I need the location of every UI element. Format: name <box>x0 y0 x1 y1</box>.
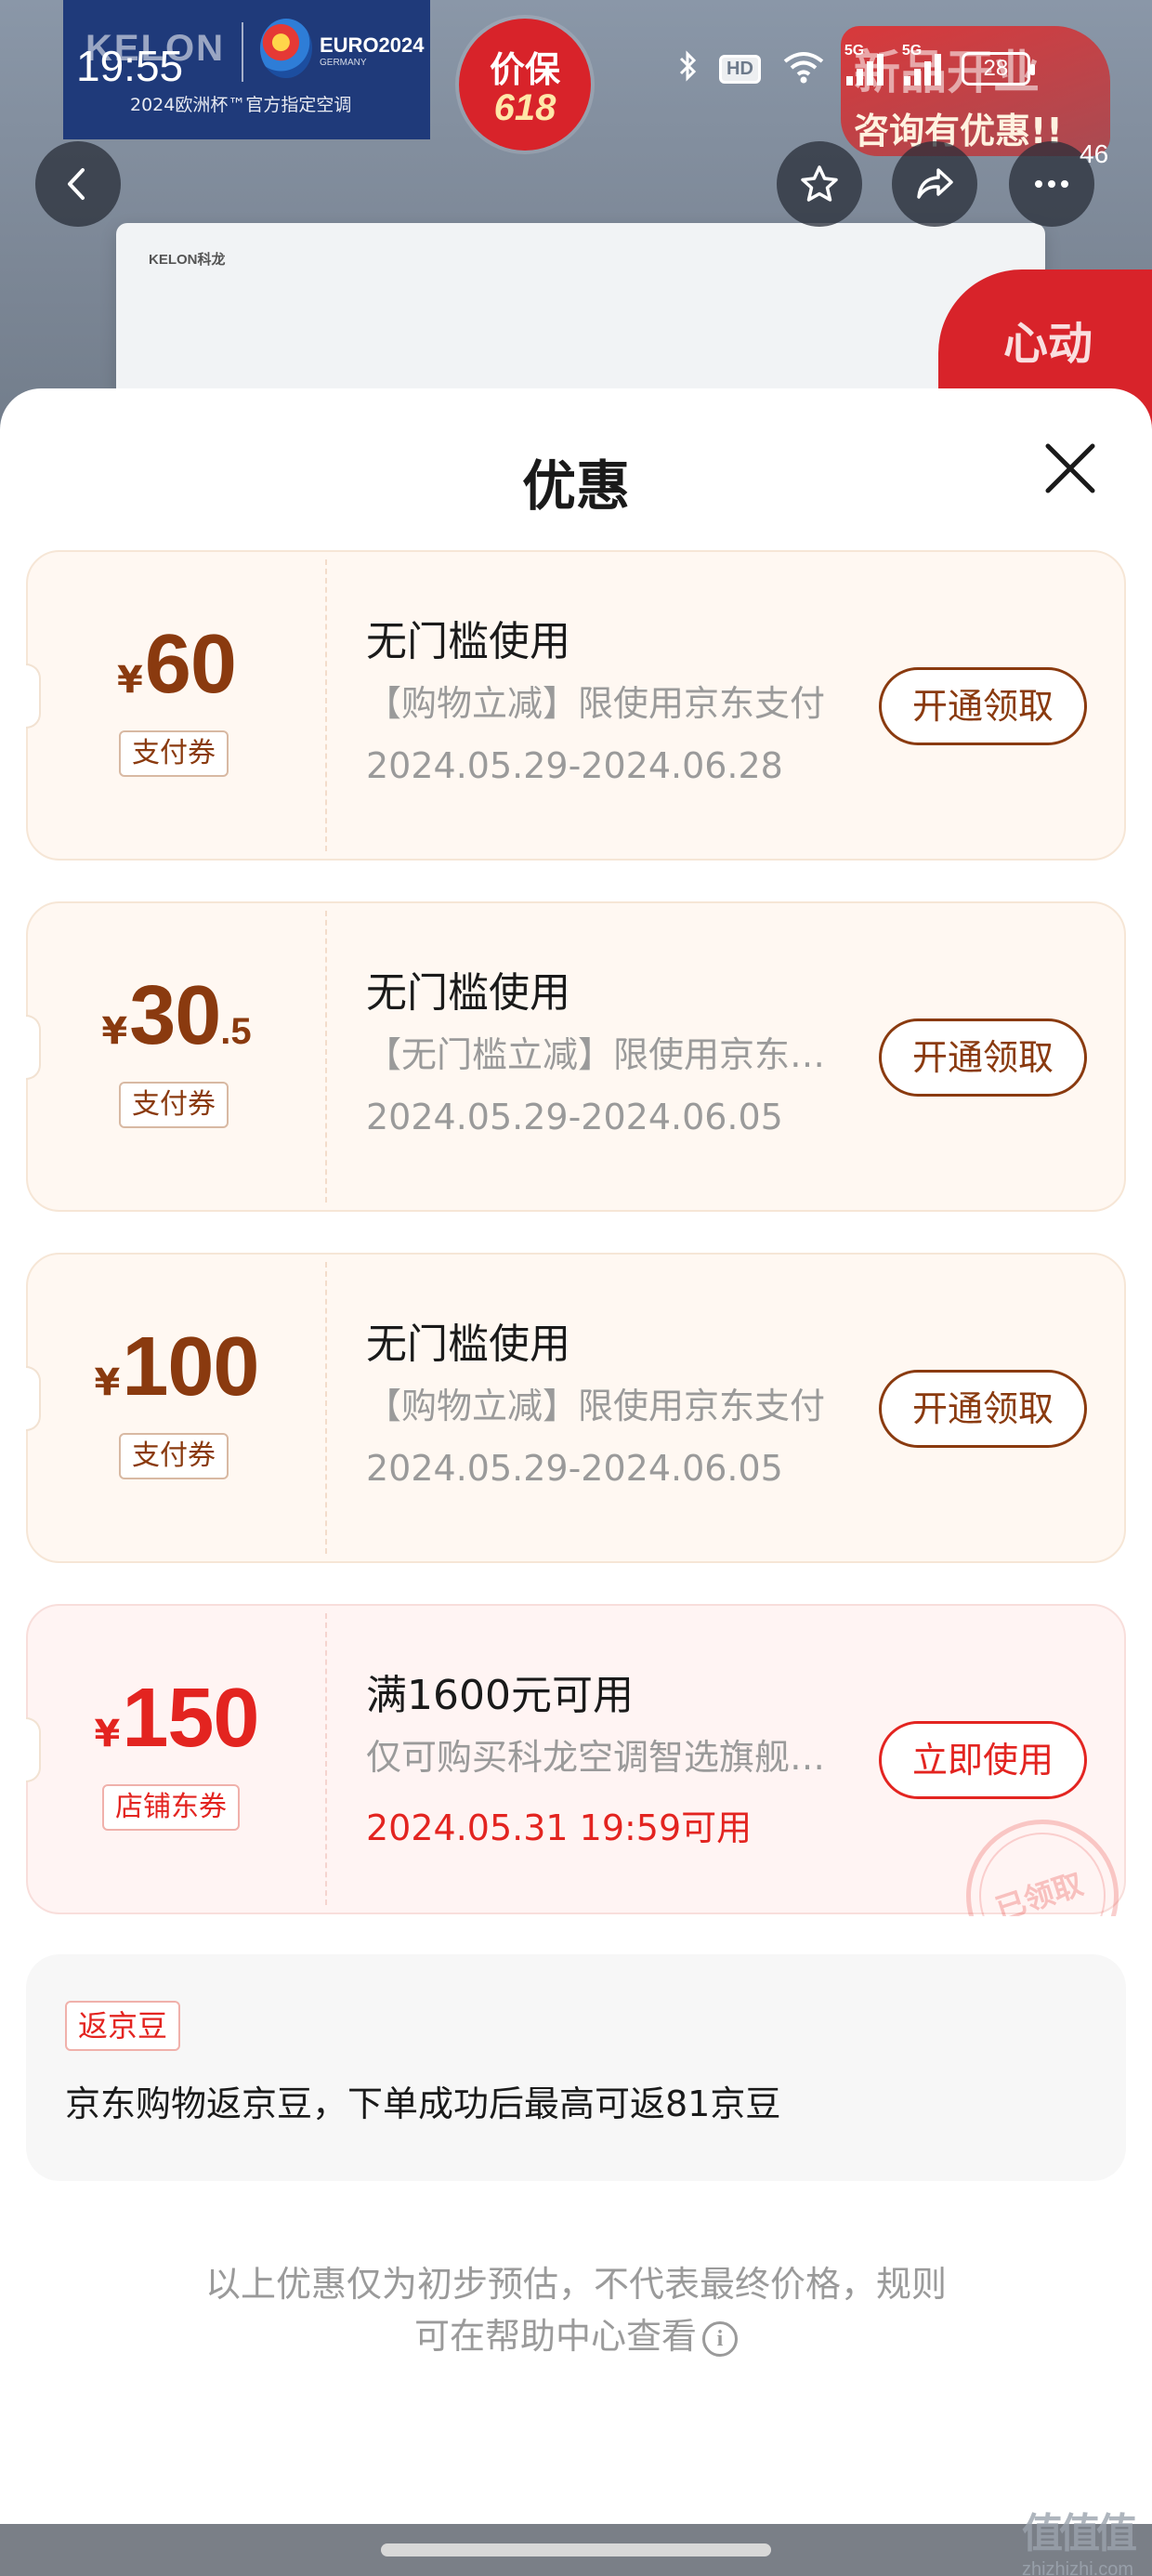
coupon-value: 150 <box>122 1672 259 1765</box>
share-icon <box>917 168 953 199</box>
favorite-button[interactable] <box>777 141 862 227</box>
coupon-card: ¥100 支付券 无门槛使用 【购物立减】限使用京东支付 2024.05.29-… <box>26 1253 1126 1563</box>
coupon-value: 100 <box>122 1321 259 1413</box>
bluetooth-icon <box>678 49 699 88</box>
wifi-icon <box>781 50 826 87</box>
coupon-type-tag: 支付券 <box>119 1433 229 1479</box>
claim-coupon-button[interactable]: 开通领取 <box>879 1370 1087 1448</box>
share-button[interactable] <box>892 141 977 227</box>
currency-symbol: ¥ <box>94 1361 121 1404</box>
coupon-amount: ¥100 <box>28 1320 325 1415</box>
coupon-validity: 2024.05.29-2024.06.28 <box>366 745 783 786</box>
jd-beans-section: 返京豆 京东购物返京豆，下单成功后最高可返81京豆 <box>26 1954 1126 2181</box>
disclaimer: 以上优惠仅为初步预估，不代表最终价格，规则 可在帮助中心查看 i <box>0 2258 1152 2362</box>
disclaimer-line2-row: 可在帮助中心查看 i <box>0 2310 1152 2362</box>
star-icon <box>801 165 838 202</box>
network-type-label: 5G <box>901 43 923 59</box>
signal-icon: 5G <box>902 43 941 85</box>
store-coupon-card: ¥150 店铺东券 满1600元可用 仅可购买科龙空调智选旗舰店商品 2024.… <box>26 1604 1126 1916</box>
status-bar: 19:55 HD 5G 5G 28 <box>0 0 1152 139</box>
coupon-divider <box>325 559 327 851</box>
claim-coupon-button[interactable]: 开通领取 <box>879 667 1087 745</box>
watermark-url: zhizhizhi.com <box>1021 2559 1134 2576</box>
coupon-value: 30 <box>129 969 221 1062</box>
disclaimer-line2: 可在帮助中心查看 <box>413 2316 697 2357</box>
coupon-amount: ¥30.5 <box>28 968 325 1064</box>
disclaimer-line1: 以上优惠仅为初步预估，不代表最终价格，规则 <box>204 2264 947 2305</box>
close-icon <box>1045 443 1095 493</box>
coupon-divider <box>325 1262 327 1554</box>
close-button[interactable] <box>1039 437 1102 500</box>
back-button[interactable] <box>35 141 121 227</box>
sheet-title: 优惠 <box>521 454 630 518</box>
network-type-label: 5G <box>844 43 865 59</box>
coupon-divider <box>325 1613 327 1905</box>
coupon-value-decimal: .5 <box>220 1011 252 1052</box>
coupon-amount: ¥60 <box>28 617 325 713</box>
coupon-description: 【无门槛立减】限使用京东支付 <box>366 1034 849 1075</box>
coupon-validity: 2024.05.31 19:59可用 <box>366 1807 753 1848</box>
claim-coupon-button[interactable]: 开通领取 <box>879 1019 1087 1097</box>
watermark-logo: 值值值 <box>1022 2510 1137 2557</box>
coupon-description: 仅可购买科龙空调智选旗舰店商品 <box>366 1737 849 1778</box>
coupon-title: 无门槛使用 <box>366 618 570 665</box>
coupon-type-tag: 支付券 <box>119 1082 229 1128</box>
coupon-validity: 2024.05.29-2024.06.05 <box>366 1448 783 1489</box>
currency-symbol: ¥ <box>117 659 143 702</box>
coupon-title: 无门槛使用 <box>366 1321 570 1368</box>
currency-symbol: ¥ <box>94 1713 121 1755</box>
coupon-amount: ¥150 <box>28 1671 325 1767</box>
watermark: 值值值 zhizhizhi.com <box>1013 2500 1143 2576</box>
coupon-value: 60 <box>144 618 237 711</box>
coupon-validity: 2024.05.29-2024.06.05 <box>366 1097 783 1137</box>
coupon-title: 无门槛使用 <box>366 969 570 1017</box>
coupon-description: 【购物立减】限使用京东支付 <box>366 1386 826 1426</box>
status-time: 19:55 <box>76 42 184 90</box>
coupon-divider <box>325 911 327 1203</box>
signal-icon: 5G <box>844 43 884 85</box>
chevron-left-icon <box>68 168 85 200</box>
more-dots-icon <box>1035 180 1068 188</box>
coupon-type-tag: 支付券 <box>119 730 229 777</box>
jd-beans-text: 京东购物返京豆，下单成功后最高可返81京豆 <box>65 2083 781 2124</box>
unit-brand-label: KELON科龙 <box>149 252 226 268</box>
claimed-stamp: 已领取 <box>966 1820 1119 1916</box>
coupon-card: ¥30.5 支付券 无门槛使用 【无门槛立减】限使用京东支付 2024.05.2… <box>26 901 1126 1212</box>
coupon-type-tag: 店铺东券 <box>102 1784 240 1831</box>
jd-beans-tag: 返京豆 <box>65 2001 181 2051</box>
coupon-description: 【购物立减】限使用京东支付 <box>366 683 826 724</box>
home-indicator[interactable] <box>381 2543 771 2556</box>
coupon-card: ¥60 支付券 无门槛使用 【购物立减】限使用京东支付 2024.05.29-2… <box>26 550 1126 861</box>
use-coupon-button[interactable]: 立即使用 <box>879 1721 1087 1799</box>
hd-voice-icon: HD <box>719 54 761 84</box>
coupon-title: 满1600元可用 <box>366 1672 634 1719</box>
currency-symbol: ¥ <box>101 1010 128 1053</box>
message-count-badge: 46 <box>1080 139 1109 168</box>
side-promo-label: 心动 <box>1003 318 1093 370</box>
info-icon[interactable]: i <box>702 2320 738 2357</box>
status-icons: HD 5G 5G 28 <box>678 43 1035 93</box>
battery-icon: 28 <box>961 52 1035 85</box>
